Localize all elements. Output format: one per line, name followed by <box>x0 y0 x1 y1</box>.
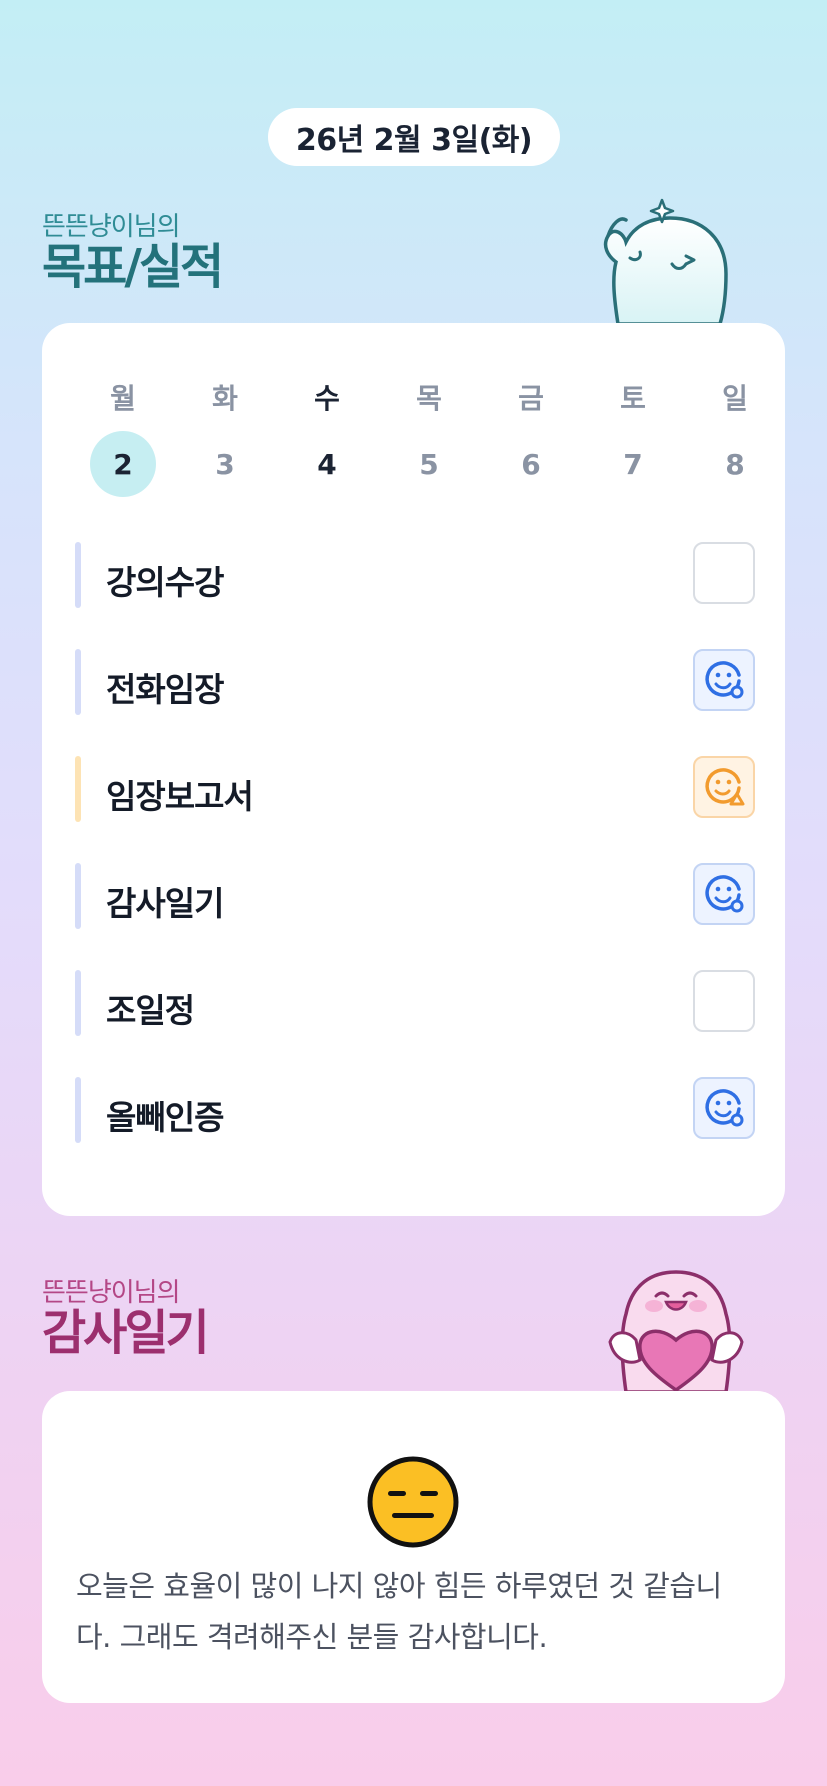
task-label: 감사일기 <box>106 884 224 923</box>
task-row[interactable]: 감사일기 <box>75 863 755 929</box>
task-color-bar <box>75 542 81 608</box>
task-row[interactable]: 조일정 <box>75 970 755 1036</box>
goals-title: 목표/실적 <box>42 239 224 295</box>
gratitude-owner-line: 뜬뜬냥이님의 <box>42 1278 181 1308</box>
weekday-thu: 목 <box>416 382 442 415</box>
task-checkbox-done[interactable] <box>693 1077 755 1139</box>
date-cell[interactable]: 6 <box>480 431 582 497</box>
task-color-bar <box>75 649 81 715</box>
task-row[interactable]: 올빼인증 <box>75 1077 755 1143</box>
weekday-mon: 월 <box>110 382 136 415</box>
task-checkbox-empty[interactable] <box>693 542 755 604</box>
task-label: 조일정 <box>106 991 195 1030</box>
smile-done-icon <box>705 661 744 699</box>
task-label: 전화임장 <box>106 670 224 709</box>
task-label: 임장보고서 <box>106 777 254 816</box>
smile-partial-icon <box>705 768 745 806</box>
smile-done-icon <box>705 875 744 913</box>
date-cell[interactable]: 7 <box>582 431 684 497</box>
task-color-bar <box>75 863 81 929</box>
gratitude-section-heading: 뜬뜬냥이님의 감사일기 <box>42 1278 210 1361</box>
task-row[interactable]: 전화임장 <box>75 649 755 715</box>
gratitude-diary-text: 오늘은 효율이 많이 나지 않아 힘든 하루였던 것 같습니다. 그래도 격려해… <box>76 1569 722 1654</box>
task-checkbox-partial[interactable] <box>693 756 755 818</box>
date-cell[interactable]: 5 <box>378 431 480 497</box>
task-color-bar <box>75 1077 81 1143</box>
goals-card: 월 화 수 목 금 토 일 2 3 4 5 6 7 8 강의수강 전화임장 임장… <box>42 323 785 1216</box>
task-row[interactable]: 임장보고서 <box>75 756 755 822</box>
weekday-sun: 일 <box>722 382 748 415</box>
task-checkbox-done[interactable] <box>693 863 755 925</box>
date-cell[interactable]: 3 <box>174 431 276 497</box>
task-row[interactable]: 강의수강 <box>75 542 755 608</box>
weekday-tue: 화 <box>212 382 238 415</box>
weekday-wed: 수 <box>314 382 340 415</box>
date-cell-selected[interactable]: 2 <box>72 431 174 497</box>
weekday-fri: 금 <box>518 382 544 415</box>
date-header[interactable]: 26년 2월 3일(화) <box>268 108 560 166</box>
date-row: 2 3 4 5 6 7 8 <box>72 431 786 497</box>
date-label: 2 <box>90 431 156 497</box>
gratitude-title: 감사일기 <box>42 1305 210 1361</box>
smile-done-icon <box>705 1089 744 1127</box>
task-checkbox-empty[interactable] <box>693 970 755 1032</box>
goals-owner-line: 뜬뜬냥이님의 <box>42 212 181 242</box>
weekday-row: 월 화 수 목 금 토 일 <box>72 377 786 417</box>
gratitude-card: 오늘은 효율이 많이 나지 않아 힘든 하루였던 것 같습니다. 그래도 격려해… <box>42 1391 785 1703</box>
task-checkbox-done[interactable] <box>693 649 755 711</box>
task-label: 올빼인증 <box>106 1098 224 1137</box>
task-color-bar <box>75 970 81 1036</box>
cat-mascot-heart-illustration <box>608 1270 744 1392</box>
date-cell-today[interactable]: 4 <box>276 431 378 497</box>
goals-section-heading: 뜬뜬냥이님의 목표/실적 <box>42 212 224 295</box>
cat-mascot-thumbs-up-illustration <box>603 198 728 324</box>
task-label: 강의수강 <box>106 563 224 602</box>
date-cell[interactable]: 8 <box>684 431 786 497</box>
task-color-bar <box>75 756 81 822</box>
weekday-sat: 토 <box>620 382 646 415</box>
neutral-face-icon[interactable] <box>366 1455 460 1549</box>
